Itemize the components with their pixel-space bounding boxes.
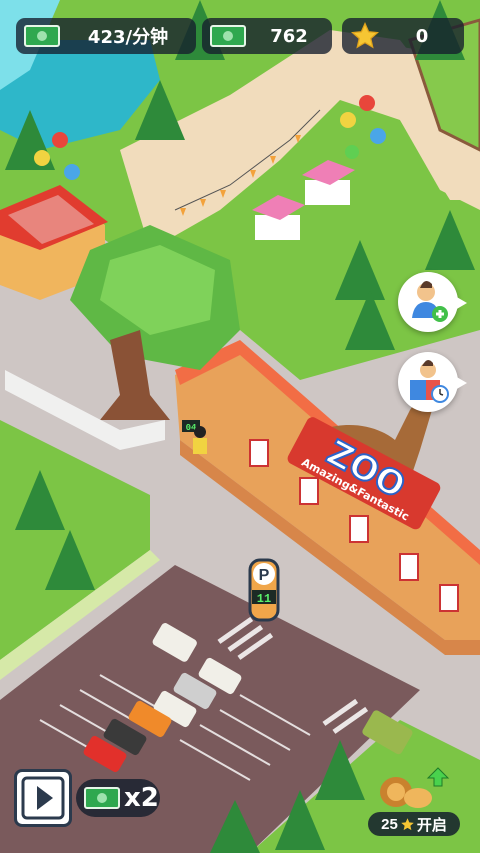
add-visitor-icon [412, 281, 448, 322]
income-rate-panel: 423/分钟 [16, 18, 196, 54]
stars-panel: 0 [342, 18, 464, 54]
schedule-button[interactable] [398, 352, 467, 412]
zoo-scene: P 11 04 ZOO Amazing&Fantastic [0, 0, 480, 853]
lion-animal-icon [380, 767, 450, 808]
income-boost-panel[interactable]: x2 [76, 779, 160, 817]
money-bill-icon [24, 25, 60, 47]
stars-value: 0 [415, 25, 429, 47]
unlock-cost: 25 [381, 815, 398, 833]
visitor-head [194, 426, 206, 438]
up-arrow-icon [426, 767, 450, 787]
unlock-animal-button[interactable]: 25 开启 [368, 762, 460, 838]
boost-label: x2 [124, 783, 159, 813]
visitor-body [193, 438, 207, 454]
income-rate-value: 423/分钟 [87, 27, 169, 48]
star-icon [401, 817, 414, 830]
play-video-icon [21, 776, 65, 820]
unlock-label: 开启 [416, 816, 447, 834]
star-icon [350, 21, 380, 49]
add-visitor-button[interactable] [398, 272, 467, 332]
money-panel: 762 [202, 18, 332, 54]
watch-video-button[interactable] [14, 769, 72, 827]
money-bill-icon [210, 25, 246, 47]
money-bill-icon [84, 787, 120, 809]
money-value: 762 [270, 25, 308, 47]
parking-letter: P [259, 567, 270, 584]
parking-count: 11 [257, 592, 271, 606]
book-clock-icon [410, 360, 449, 403]
